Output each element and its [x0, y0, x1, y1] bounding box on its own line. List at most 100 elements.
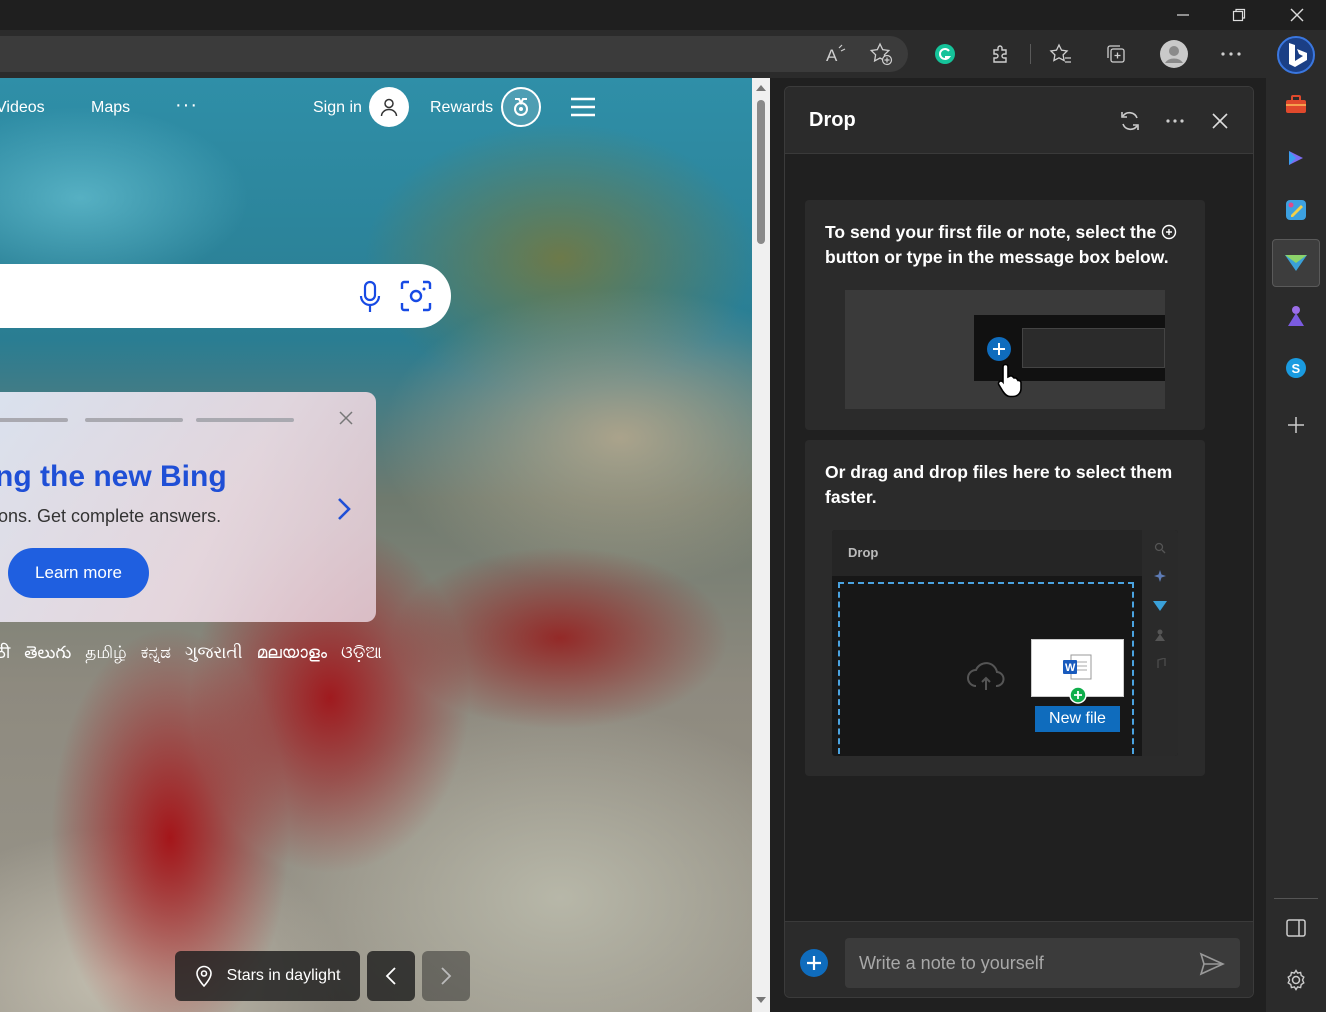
promo-progress-bar [85, 418, 183, 422]
promo-next-button[interactable] [336, 496, 352, 527]
hide-sidebar-button[interactable] [1272, 904, 1320, 952]
restore-button[interactable] [1211, 0, 1267, 30]
bing-chat-button[interactable] [1272, 31, 1320, 79]
search-box[interactable] [0, 264, 451, 328]
sync-icon [1121, 111, 1139, 131]
promo-subtitle: estions. Get complete answers. [0, 506, 222, 526]
voice-search-button[interactable] [358, 280, 382, 319]
more-icon [1166, 119, 1184, 123]
svg-text:S: S [1292, 361, 1301, 376]
address-bar[interactable] [0, 36, 908, 72]
plus-icon [1288, 417, 1304, 433]
add-sidebar-app-button[interactable] [1272, 401, 1320, 449]
designer-button[interactable] [1272, 186, 1320, 234]
scroll-up-icon [756, 85, 766, 91]
rewards-badge-button[interactable] [501, 87, 541, 127]
language-link[interactable]: ಕನ್ನಡ [141, 643, 171, 662]
cloud-upload-icon [967, 662, 1005, 690]
favorites-button[interactable] [1045, 38, 1077, 70]
drop-panel: Drop To send your first file or note, se… [784, 86, 1254, 998]
illustration-add-button [845, 290, 1165, 409]
instructions-text: To send your first file or note, select … [825, 220, 1190, 270]
language-links: ठी తెలుగు தமிழ் ಕನ್ನಡ ગુજરાતી മലയാളം ଓଡ଼ିଆ [0, 640, 396, 667]
plus-circle-icon [1161, 224, 1177, 240]
promo-close-button[interactable] [339, 411, 353, 430]
visual-search-button[interactable] [400, 280, 432, 317]
pointer-hand-icon [997, 363, 1022, 398]
language-link[interactable]: മലയാളം [257, 643, 327, 662]
sidebar-divider [1274, 898, 1318, 899]
search-icon [1154, 542, 1166, 554]
word-document-icon: W [1063, 654, 1092, 680]
close-panel-button[interactable] [1204, 105, 1236, 137]
image-info-button[interactable]: Stars in daylight [175, 951, 360, 1001]
learn-more-button[interactable]: Learn more [8, 548, 149, 598]
instructions-line-a: To send your first file or note, select … [825, 222, 1157, 242]
settings-more-button[interactable] [1215, 38, 1247, 70]
restore-icon [1232, 8, 1246, 22]
drag-drop-illustration: Drop W New file [832, 530, 1178, 756]
nav-more-button[interactable]: ··· [175, 94, 198, 117]
scrollbar-thumb[interactable] [757, 100, 765, 244]
drop-sidebar-button[interactable] [1272, 239, 1320, 287]
chevron-right-icon [441, 967, 452, 985]
illustration-composer [974, 315, 1165, 398]
sidebar-toggle-icon [1286, 919, 1306, 937]
read-aloud-icon: A [826, 44, 846, 65]
svg-text:W: W [1065, 662, 1076, 674]
drag-drop-text: Or drag and drop files here to select th… [825, 462, 1173, 507]
sign-in-link[interactable]: Sign in [313, 99, 362, 117]
puzzle-icon [993, 45, 1007, 63]
copilot-button[interactable] [1272, 134, 1320, 182]
webpage-content: Videos Maps ··· Sign in Rewards ng the n… [0, 78, 752, 1012]
language-link[interactable]: ठी [0, 643, 10, 662]
refresh-button[interactable] [1114, 105, 1146, 137]
next-image-button[interactable] [422, 951, 470, 1001]
illustration-input [1022, 328, 1165, 368]
image-caption: Stars in daylight [226, 967, 341, 984]
nav-maps-link[interactable]: Maps [91, 99, 130, 117]
mini-panel-header: Drop [832, 530, 1142, 576]
grammarly-icon [935, 44, 955, 64]
edge-sidebar: S [1266, 30, 1326, 1012]
copilot-icon [1289, 151, 1303, 165]
close-icon [339, 411, 353, 425]
add-favorite-button[interactable] [865, 38, 897, 70]
send-first-file-card: To send your first file or note, select … [805, 200, 1205, 430]
music-icon [1157, 658, 1166, 668]
panel-more-button[interactable] [1159, 105, 1191, 137]
skype-button[interactable]: S [1272, 344, 1320, 392]
language-link[interactable]: ગુજરાતી [185, 643, 243, 662]
add-file-button[interactable] [799, 948, 829, 983]
dragged-file-preview: W [1031, 639, 1124, 704]
promo-progress-bar [0, 418, 68, 422]
rewards-link[interactable]: Rewards [430, 99, 493, 117]
note-input[interactable] [845, 938, 1240, 988]
sidebar-settings-button[interactable] [1272, 956, 1320, 1004]
send-note-button[interactable] [1199, 952, 1225, 981]
nav-videos-link[interactable]: Videos [0, 99, 45, 117]
grammarly-extension-button[interactable] [929, 38, 961, 70]
profile-button[interactable] [1158, 38, 1190, 70]
mini-sidebar [1142, 530, 1178, 756]
skype-icon: S [1286, 358, 1306, 378]
plus-circle-icon [987, 337, 1011, 361]
hamburger-menu-button[interactable] [570, 96, 596, 123]
collections-button[interactable] [1100, 38, 1132, 70]
chevron-left-icon [385, 967, 396, 985]
close-icon [1290, 8, 1304, 22]
games-button[interactable] [1272, 292, 1320, 340]
sign-in-avatar-button[interactable] [369, 87, 409, 127]
star-add-icon [869, 42, 893, 66]
previous-image-button[interactable] [367, 951, 415, 1001]
language-link[interactable]: తెలుగు [24, 643, 71, 662]
title-bar [0, 0, 1326, 30]
extensions-button[interactable] [985, 38, 1017, 70]
minimize-button[interactable] [1155, 0, 1211, 30]
close-window-button[interactable] [1269, 0, 1325, 30]
language-link[interactable]: தமிழ் [85, 643, 127, 662]
page-scrollbar[interactable] [752, 78, 770, 1012]
tools-button[interactable] [1272, 81, 1320, 129]
read-aloud-button[interactable]: A [820, 38, 852, 70]
language-link[interactable]: ଓଡ଼ିଆ [341, 643, 382, 662]
